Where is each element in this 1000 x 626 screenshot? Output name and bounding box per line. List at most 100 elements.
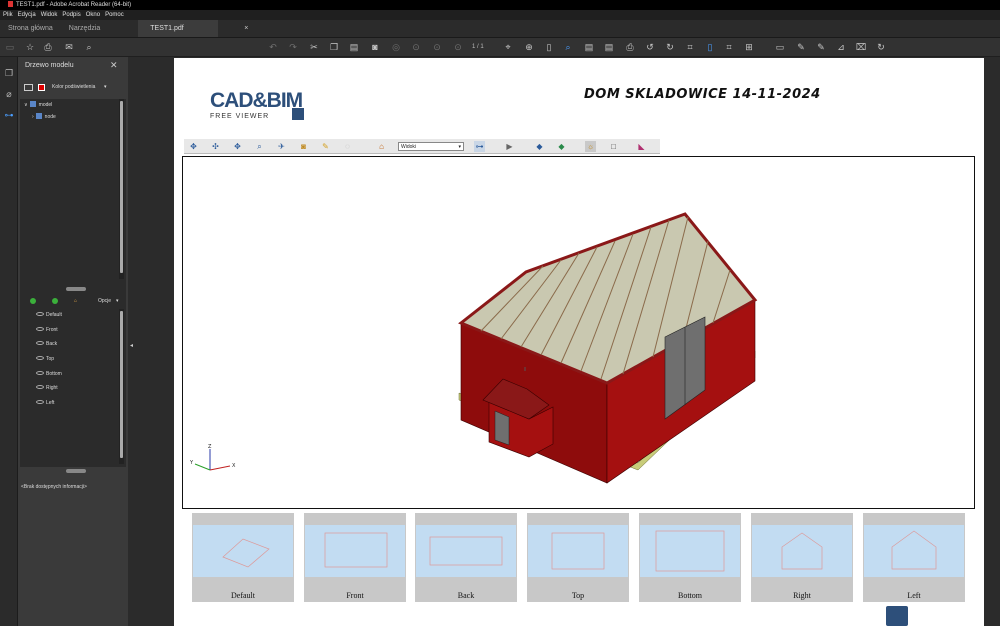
zoom-out-circle-icon[interactable]: ◎ (390, 41, 402, 53)
view-nav-left-icon[interactable] (30, 298, 36, 304)
tree-scrollbar[interactable] (119, 99, 124, 279)
view-item[interactable]: Default (36, 311, 62, 319)
panel-splitter[interactable] (66, 287, 86, 291)
bookmark-star-icon[interactable]: ☆ (24, 41, 36, 53)
tab-document[interactable]: TEST1.pdf × (138, 20, 248, 37)
delete-icon[interactable]: ⌧ (855, 41, 867, 53)
fly-tool-icon[interactable]: ✈ (276, 141, 287, 152)
play-animation-icon[interactable]: ▶ (504, 141, 515, 152)
tree-node-model[interactable]: ∨ model (24, 101, 52, 109)
home-view-icon[interactable]: ⌂ (376, 141, 387, 152)
draw-icon[interactable]: ✎ (815, 41, 827, 53)
chevron-right-icon[interactable]: › (32, 114, 34, 120)
view-item[interactable]: Top (36, 355, 54, 363)
close-icon[interactable]: ✕ (110, 60, 118, 71)
refresh-icon[interactable]: ↻ (875, 41, 887, 53)
export-pdf-icon[interactable]: ▤ (583, 41, 595, 53)
home-icon[interactable]: ⌂ (74, 295, 77, 307)
next-page-icon[interactable]: ⊙ (431, 41, 443, 53)
print-icon[interactable]: ⎙ (42, 41, 54, 53)
rotate-right-icon[interactable]: ↻ (664, 41, 676, 53)
projection-icon[interactable]: ◆ (534, 141, 545, 152)
thumbnail-back[interactable]: Back (415, 513, 517, 602)
highlight-color-label[interactable]: Kolor podświetlenia (52, 81, 95, 93)
menu-edycja[interactable]: Edycja (18, 10, 36, 20)
chevron-down-icon[interactable]: ▾ (104, 81, 107, 93)
scrollbar-thumb[interactable] (120, 311, 123, 458)
attachment-icon[interactable]: ⌀ (3, 88, 15, 100)
view-item[interactable]: Left (36, 399, 54, 407)
mail-icon[interactable]: ✉ (63, 41, 75, 53)
tab-home[interactable]: Strona główna (0, 20, 61, 37)
find-icon[interactable]: ⌕ (562, 41, 574, 53)
highlight-icon[interactable]: ✎ (795, 41, 807, 53)
menu-widok[interactable]: Widok (41, 10, 58, 20)
two-page-icon[interactable]: ⊞ (743, 41, 755, 53)
thumbnail-left[interactable]: Left (863, 513, 965, 602)
select-icon[interactable]: ⌖ (502, 41, 514, 53)
view-item[interactable]: Right (36, 384, 58, 392)
chevron-left-icon[interactable]: ◂ (130, 342, 133, 349)
panel-splitter[interactable] (66, 469, 86, 473)
menu-okno[interactable]: Okno (86, 10, 100, 20)
rotate-left-icon[interactable]: ↺ (644, 41, 656, 53)
prev-page-icon[interactable]: ⊙ (410, 41, 422, 53)
document-icon[interactable]: ▯ (704, 41, 716, 53)
lighting-icon[interactable]: ☼ (585, 141, 596, 152)
view-item[interactable]: Bottom (36, 370, 62, 378)
pages-icon[interactable]: ❐ (3, 67, 15, 79)
rotate-tool-icon[interactable]: ✥ (188, 141, 199, 152)
cut-icon[interactable]: ✂ (308, 41, 320, 53)
comment-tool-icon[interactable]: ◌ (342, 141, 353, 152)
measure-tool-icon[interactable]: ✎ (320, 141, 331, 152)
pan-tool-icon[interactable]: ✥ (232, 141, 243, 152)
comment-icon[interactable]: ▭ (774, 41, 786, 53)
menu-podpis[interactable]: Podpis (62, 10, 80, 20)
thumbnail-bottom[interactable]: Bottom (639, 513, 741, 602)
print2-icon[interactable]: ⎙ (624, 41, 636, 53)
save-icon[interactable]: ▭ (4, 41, 16, 53)
tab-close-icon[interactable]: × (244, 20, 248, 38)
zoom-tool-icon[interactable]: ⌕ (254, 141, 265, 152)
chevron-down-icon[interactable]: ∨ (24, 102, 28, 108)
view-nav-right-icon[interactable] (52, 298, 58, 304)
tab-tools[interactable]: Narzędzia (61, 20, 109, 37)
redo-icon[interactable]: ↷ (287, 41, 299, 53)
panel-options-icon[interactable] (24, 84, 33, 91)
menu-plik[interactable]: Plik (3, 10, 13, 20)
3d-scene[interactable]: Z X Y (182, 156, 975, 509)
highlight-color-swatch[interactable] (38, 84, 45, 91)
create-pdf-icon[interactable]: ▤ (603, 41, 615, 53)
page-info-icon[interactable]: ⊙ (452, 41, 464, 53)
search-icon[interactable]: ⌕ (83, 41, 95, 53)
tree-node-node[interactable]: › node (32, 113, 56, 121)
model-tree-toggle-icon[interactable]: ⊶ (474, 141, 485, 152)
model-tree-icon[interactable]: ⊶ (3, 109, 15, 121)
chevron-down-icon[interactable]: ▾ (116, 295, 119, 307)
stamp-icon[interactable]: ⊿ (835, 41, 847, 53)
panel-collapse-bar[interactable]: ◂ (128, 57, 136, 626)
camera-tool-icon[interactable]: ◙ (298, 141, 309, 152)
undo-icon[interactable]: ↶ (267, 41, 279, 53)
thumbnail-top[interactable]: Top (527, 513, 629, 602)
view-item[interactable]: Front (36, 326, 58, 334)
page-indicator[interactable]: 1 / 1 (472, 41, 484, 53)
cross-section-icon[interactable]: ◣ (636, 141, 647, 152)
views-select[interactable]: Widoki ▾ (398, 142, 464, 151)
snapshot-icon[interactable]: ◙ (369, 41, 381, 53)
views-scrollbar[interactable] (119, 309, 124, 464)
menu-pomoc[interactable]: Pomoc (105, 10, 124, 20)
fit-page-icon[interactable]: ▯ (543, 41, 555, 53)
scrollbar-thumb[interactable] (120, 101, 123, 273)
view-item[interactable]: Back (36, 340, 57, 348)
thumbnail-front[interactable]: Front (304, 513, 406, 602)
spin-tool-icon[interactable]: ✣ (210, 141, 221, 152)
render-mode-icon[interactable]: ◆ (556, 141, 567, 152)
compress-icon[interactable]: ⌗ (684, 41, 696, 53)
paste-icon[interactable]: ▤ (348, 41, 360, 53)
thumbnail-default[interactable]: Default (192, 513, 294, 602)
organize-icon[interactable]: ⌗ (723, 41, 735, 53)
background-color-icon[interactable]: □ (608, 141, 619, 152)
thumbnail-right[interactable]: Right (751, 513, 853, 602)
zoom-icon[interactable]: ⊕ (523, 41, 535, 53)
